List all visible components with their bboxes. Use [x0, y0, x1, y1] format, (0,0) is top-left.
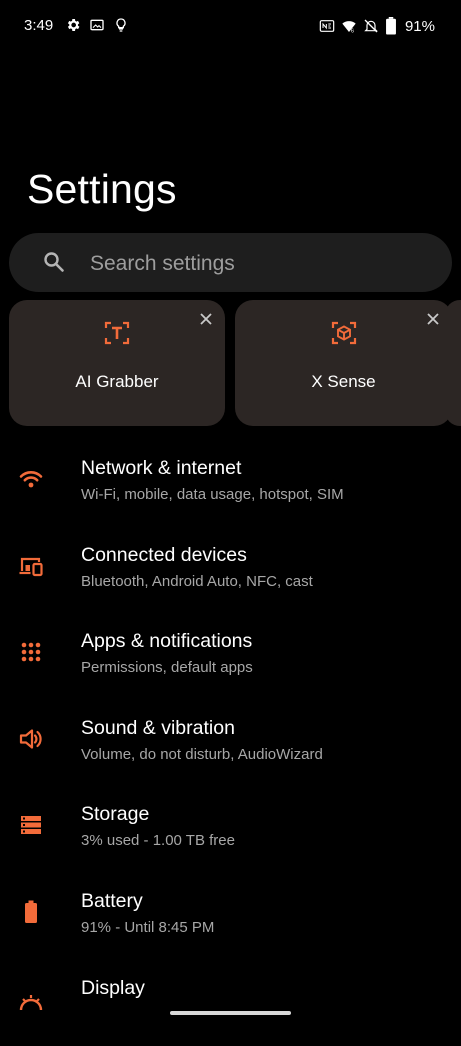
search-icon [44, 252, 64, 272]
speaker-icon [19, 729, 42, 749]
search-placeholder: Search settings [90, 252, 235, 275]
card-label: AI Grabber [75, 372, 159, 391]
devices-icon [19, 557, 43, 576]
status-time: 3:49 [24, 17, 54, 34]
storage-icon [21, 816, 41, 835]
wifi-icon: 6 [342, 21, 356, 34]
settings-item-sound[interactable]: Sound & vibration Volume, do not disturb… [0, 700, 461, 787]
display-icon [19, 994, 43, 1010]
nfc-icon [319, 20, 335, 32]
settings-item-apps[interactable]: Apps & notifications Permissions, defaul… [0, 613, 461, 700]
settings-list: Network & internet Wi-Fi, mobile, data u… [0, 440, 461, 1046]
card-ai-grabber[interactable]: AI Grabber [9, 300, 225, 426]
mute-icon [364, 19, 378, 33]
battery-icon [386, 17, 396, 35]
card-partial[interactable] [445, 300, 461, 426]
image-icon [90, 19, 104, 31]
item-subtitle: 91% - Until 8:45 PM [81, 918, 215, 936]
settings-item-battery[interactable]: Battery 91% - Until 8:45 PM [0, 873, 461, 960]
item-subtitle: Permissions, default apps [81, 659, 253, 677]
gesture-nav-handle[interactable] [170, 1011, 291, 1015]
x-sense-icon [331, 321, 356, 345]
status-bar: 3:49 6 91% [0, 0, 461, 54]
card-label: X Sense [311, 372, 376, 391]
battery-icon [25, 900, 37, 923]
apps-grid-icon [21, 642, 41, 662]
settings-item-connected-devices[interactable]: Connected devices Bluetooth, Android Aut… [0, 527, 461, 614]
close-icon[interactable] [426, 312, 440, 326]
wifi-icon [19, 471, 43, 488]
item-subtitle: Wi-Fi, mobile, data usage, hotspot, SIM [81, 486, 344, 503]
item-subtitle: Volume, do not disturb, AudioWizard [81, 745, 323, 763]
item-title: Apps & notifications [81, 630, 253, 653]
item-title: Network & internet [81, 457, 242, 479]
settings-item-network[interactable]: Network & internet Wi-Fi, mobile, data u… [0, 440, 461, 527]
card-x-sense[interactable]: X Sense [235, 300, 452, 426]
battery-percent: 91% [404, 17, 435, 35]
item-subtitle: 3% used - 1.00 TB free [81, 832, 235, 850]
close-icon[interactable] [199, 312, 213, 326]
item-title: Display [81, 976, 145, 999]
item-title: Storage [81, 803, 150, 826]
ai-grabber-icon [104, 321, 130, 345]
status-left-icons [65, 17, 129, 33]
svg-text:6: 6 [351, 29, 354, 34]
settings-item-display[interactable]: Display [0, 960, 461, 1046]
status-right-icons: 6 91% [319, 17, 435, 35]
item-title: Battery [81, 889, 143, 912]
item-title: Connected devices [81, 543, 247, 566]
gear-icon [67, 19, 80, 31]
search-bar[interactable]: Search settings [9, 233, 452, 292]
lightbulb-icon [116, 18, 126, 32]
suggestion-cards: AI Grabber X Sense [9, 300, 461, 426]
settings-item-storage[interactable]: Storage 3% used - 1.00 TB free [0, 786, 461, 873]
item-title: Sound & vibration [81, 716, 235, 739]
page-title: Settings [27, 166, 177, 212]
item-subtitle: Bluetooth, Android Auto, NFC, cast [81, 572, 313, 590]
